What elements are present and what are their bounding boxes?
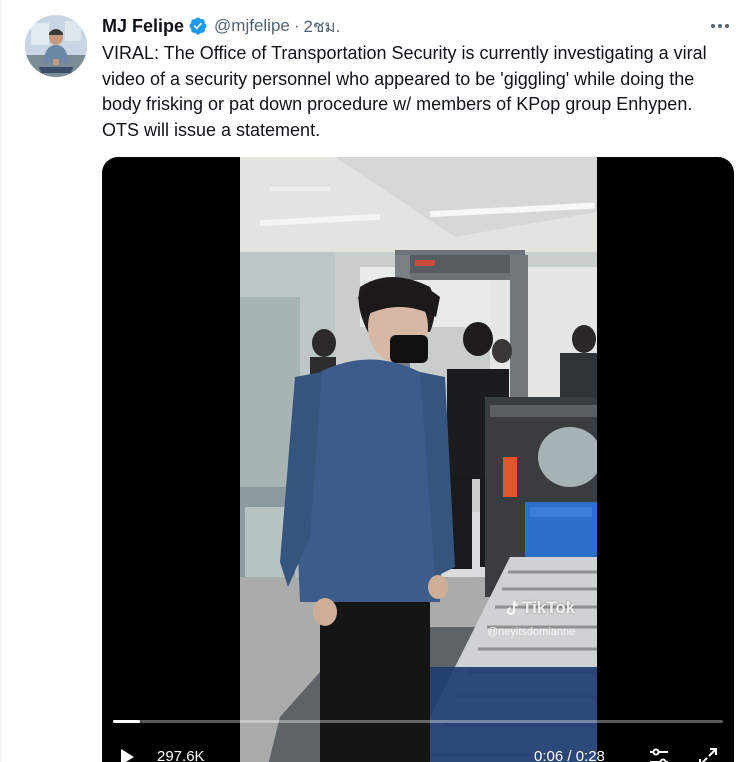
avatar[interactable]	[25, 15, 87, 77]
settings-icon	[650, 748, 668, 762]
play-button[interactable]	[117, 747, 137, 762]
video-controls: 297.6K 0:06 / 0:28	[102, 743, 734, 762]
video-progress-bar[interactable]	[113, 720, 723, 723]
tiktok-watermark: TikTok	[505, 598, 575, 618]
tiktok-brand-text: TikTok	[522, 598, 576, 617]
tweet-card[interactable]: MJ Felipe @mjfelipe · 2ชม. VIRAL: The Of…	[0, 0, 748, 762]
timestamp[interactable]: 2ชม.	[304, 13, 341, 40]
handle[interactable]: @mjfelipe	[214, 16, 290, 36]
separator-dot: ·	[293, 16, 300, 35]
video-player[interactable]: TikTok @neyitsdomianne 297.6K 0:06 / 0:2…	[102, 157, 734, 762]
settings-button[interactable]	[648, 747, 670, 762]
tiktok-username: @neyitsdomianne	[487, 626, 576, 638]
tweet-text: VIRAL: The Office of Transportation Secu…	[102, 43, 707, 140]
fullscreen-button[interactable]	[698, 747, 718, 762]
video-progress-fill	[113, 720, 141, 723]
more-options-icon	[711, 24, 729, 28]
video-scene	[240, 157, 597, 762]
video-frame[interactable]: TikTok @neyitsdomianne	[240, 157, 597, 762]
avatar-photo	[25, 15, 87, 77]
display-name[interactable]: MJ Felipe	[102, 16, 184, 37]
fullscreen-icon	[699, 748, 717, 762]
tweet-header: MJ Felipe @mjfelipe · 2ชม.	[102, 14, 340, 38]
play-icon	[121, 749, 134, 762]
verified-badge-icon	[188, 16, 208, 36]
tiktok-logo-icon	[507, 601, 518, 615]
more-options-button[interactable]	[706, 14, 734, 38]
view-count: 297.6K	[157, 748, 205, 762]
video-timecode: 0:06 / 0:28	[534, 748, 605, 762]
